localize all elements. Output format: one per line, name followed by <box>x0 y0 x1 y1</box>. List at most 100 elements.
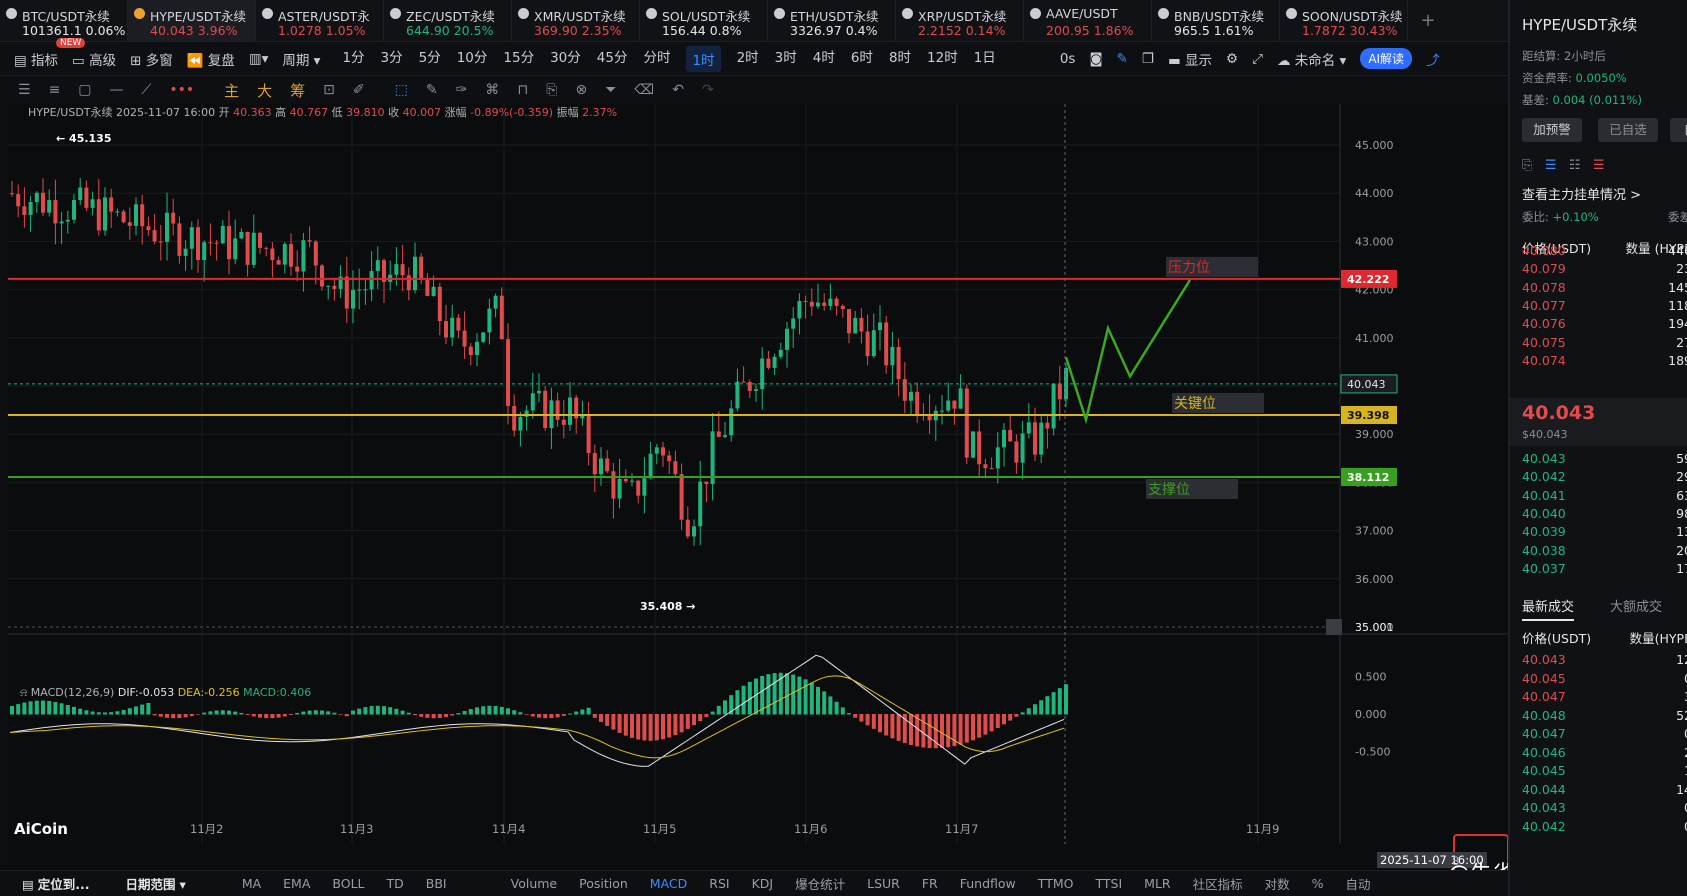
interval-5[interactable]: 30分 <box>550 46 581 72</box>
trades-row[interactable]: 40.0430 <box>1522 800 1687 815</box>
display-button[interactable]: ▬ 显示 <box>1168 49 1212 69</box>
chart-type-icon[interactable]: ▥▾ <box>249 51 269 67</box>
bottom-tab-6[interactable]: Position <box>579 876 628 891</box>
bottom-tab-10[interactable]: 爆仓统计 <box>795 874 845 893</box>
highlighter-icon[interactable]: ✑ <box>456 82 468 98</box>
filter-icon[interactable]: ⏷ <box>605 82 616 98</box>
symbol-tab[interactable]: AAVE/USDT 200.95 1.86% <box>1024 0 1152 42</box>
price-chart[interactable]: 45.00044.00043.00042.00041.00040.00039.0… <box>8 104 1508 864</box>
symbol-tab[interactable]: BTC/USDT永续 101361.1 0.06% <box>0 0 128 42</box>
asks-row[interactable]: 40.078145 <box>1522 280 1687 295</box>
asks-row[interactable]: 40.074189 <box>1522 353 1687 368</box>
bids-row[interactable]: 40.04163 <box>1522 488 1687 503</box>
main-force-button[interactable]: 主 <box>224 80 239 101</box>
symbol-tab[interactable]: XRP/USDT永续 2.2152 0.14% <box>896 0 1024 42</box>
tab-latest-trades[interactable]: 最新成交 <box>1522 596 1575 621</box>
orderbook-view-icons[interactable]: ⎘ ☰ ☷ ☰ <box>1522 158 1605 173</box>
camera-icon[interactable]: ◙ <box>1089 51 1102 67</box>
locate-button[interactable]: ▤ 定位到... <box>22 874 90 893</box>
indicator-button[interactable]: ▤ 指标 <box>14 49 58 69</box>
magnet-icon[interactable]: ⊗ <box>575 82 587 98</box>
third-button[interactable]: 自 <box>1670 118 1687 142</box>
bottom-tab-9[interactable]: KDJ <box>752 876 774 891</box>
list-icon[interactable]: ≡ <box>49 82 61 98</box>
bottom-tab-19[interactable]: % <box>1312 876 1324 891</box>
bids-row[interactable]: 40.04359 <box>1522 451 1687 466</box>
interval-0[interactable]: 1分 <box>342 46 364 72</box>
line-icon[interactable]: — <box>110 82 124 98</box>
interval-15[interactable]: 1日 <box>974 46 996 72</box>
big-order-button[interactable]: 大 <box>257 80 272 101</box>
trades-row[interactable]: 40.0470 <box>1522 726 1687 741</box>
symbol-tab[interactable]: ETH/USDT永续 3326.97 0.4% <box>768 0 896 42</box>
bottom-tab-20[interactable]: 自动 <box>1346 874 1371 893</box>
symbol-tab[interactable]: HYPE/USDT永续 40.043 3.96% <box>128 0 256 42</box>
trades-row[interactable]: 40.0420 <box>1522 819 1687 834</box>
ruler-icon[interactable]: ⊡ <box>323 82 335 98</box>
interval-7[interactable]: 分时 <box>643 46 670 72</box>
pattern-icon[interactable]: ⌘ <box>485 82 499 98</box>
trend-icon[interactable]: ⟋ <box>142 82 152 98</box>
multi-window-button[interactable]: ⊞ 多窗 <box>130 49 173 69</box>
symbol-tab[interactable]: SOON/USDT永续 1.7872 30.43% <box>1280 0 1408 42</box>
trades-row[interactable]: 40.04414 <box>1522 782 1687 797</box>
add-tab-button[interactable]: + <box>1408 0 1448 41</box>
bottom-tab-18[interactable]: 对数 <box>1265 874 1290 893</box>
symbol-tab[interactable]: ZEC/USDT永续 644.90 20.5% <box>384 0 512 42</box>
bottom-tab-12[interactable]: FR <box>922 876 938 891</box>
brush-icon[interactable]: ✐ <box>353 82 365 98</box>
pen-icon[interactable]: ✎ <box>1117 51 1128 67</box>
copy-icon[interactable]: ❐ <box>1142 51 1154 67</box>
bottom-tab-7[interactable]: MACD <box>650 876 687 891</box>
interval-6[interactable]: 45分 <box>597 46 628 72</box>
interval-11[interactable]: 4时 <box>813 46 835 72</box>
fullscreen-icon[interactable]: ⤢ <box>1252 51 1263 67</box>
bids-row[interactable]: 40.03820 <box>1522 543 1687 558</box>
asks-row[interactable]: 40.077118 <box>1522 298 1687 313</box>
replay-button[interactable]: ⏪ 复盘 <box>187 49 235 69</box>
interval-10[interactable]: 3时 <box>775 46 797 72</box>
ai-button[interactable]: AI解读 <box>1360 48 1413 69</box>
dots-icon[interactable]: ••• <box>169 82 194 98</box>
bottom-tab-13[interactable]: Fundflow <box>960 876 1016 891</box>
bottom-tab-4[interactable]: BBI <box>426 876 447 891</box>
interval-14[interactable]: 12时 <box>927 46 958 72</box>
interval-9[interactable]: 2时 <box>737 46 759 72</box>
chips-button[interactable]: 筹 <box>290 80 305 101</box>
asks-row[interactable]: 40.080446 <box>1522 243 1687 258</box>
interval-4[interactable]: 15分 <box>503 46 534 72</box>
bottom-tab-16[interactable]: MLR <box>1144 876 1170 891</box>
bottom-tab-0[interactable]: MA <box>242 876 261 891</box>
bottom-tab-5[interactable]: Volume <box>511 876 558 891</box>
note-icon[interactable]: ⎘ <box>546 82 557 98</box>
trades-row[interactable]: 40.0451 <box>1522 763 1687 778</box>
lock-icon[interactable]: ⊓ <box>517 82 528 98</box>
trades-row[interactable]: 40.04852 <box>1522 708 1687 723</box>
bids-row[interactable]: 40.04229 <box>1522 469 1687 484</box>
bottom-tab-8[interactable]: RSI <box>709 876 729 891</box>
trash-icon[interactable]: ⌫ <box>634 82 654 98</box>
bell-icon[interactable]: ⍾ <box>20 686 27 699</box>
menu-icon[interactable]: ☰ <box>18 82 31 98</box>
interval-3[interactable]: 10分 <box>457 46 488 72</box>
trades-row[interactable]: 40.0450 <box>1522 671 1687 686</box>
period-dropdown[interactable]: 周期 ▾ <box>282 49 320 69</box>
asks-row[interactable]: 40.076194 <box>1522 316 1687 331</box>
interval-12[interactable]: 6时 <box>851 46 873 72</box>
interval-8[interactable]: 1时 <box>686 45 721 72</box>
zero-seconds[interactable]: 0s <box>1060 51 1076 67</box>
symbol-tab[interactable]: XMR/USDT永续 369.90 2.35% <box>512 0 640 42</box>
bottom-tab-1[interactable]: EMA <box>283 876 310 891</box>
bids-row[interactable]: 40.04098 <box>1522 506 1687 521</box>
rect-icon[interactable]: ▢ <box>78 82 91 98</box>
settings-icon[interactable]: ⚙ <box>1226 51 1238 67</box>
interval-13[interactable]: 8时 <box>889 46 911 72</box>
undo-icon[interactable]: ↶ <box>672 82 684 98</box>
share-icon[interactable]: ⤴ <box>1426 49 1440 69</box>
bids-row[interactable]: 40.03717 <box>1522 561 1687 576</box>
symbol-tab[interactable]: SOL/USDT永续 156.44 0.8% <box>640 0 768 42</box>
asks-row[interactable]: 40.07527 <box>1522 335 1687 350</box>
bids-row[interactable]: 40.03913 <box>1522 524 1687 539</box>
date-range-button[interactable]: 日期范围 ▾ <box>126 874 186 893</box>
main-orders-link[interactable]: 查看主力挂单情况 > <box>1522 184 1641 203</box>
